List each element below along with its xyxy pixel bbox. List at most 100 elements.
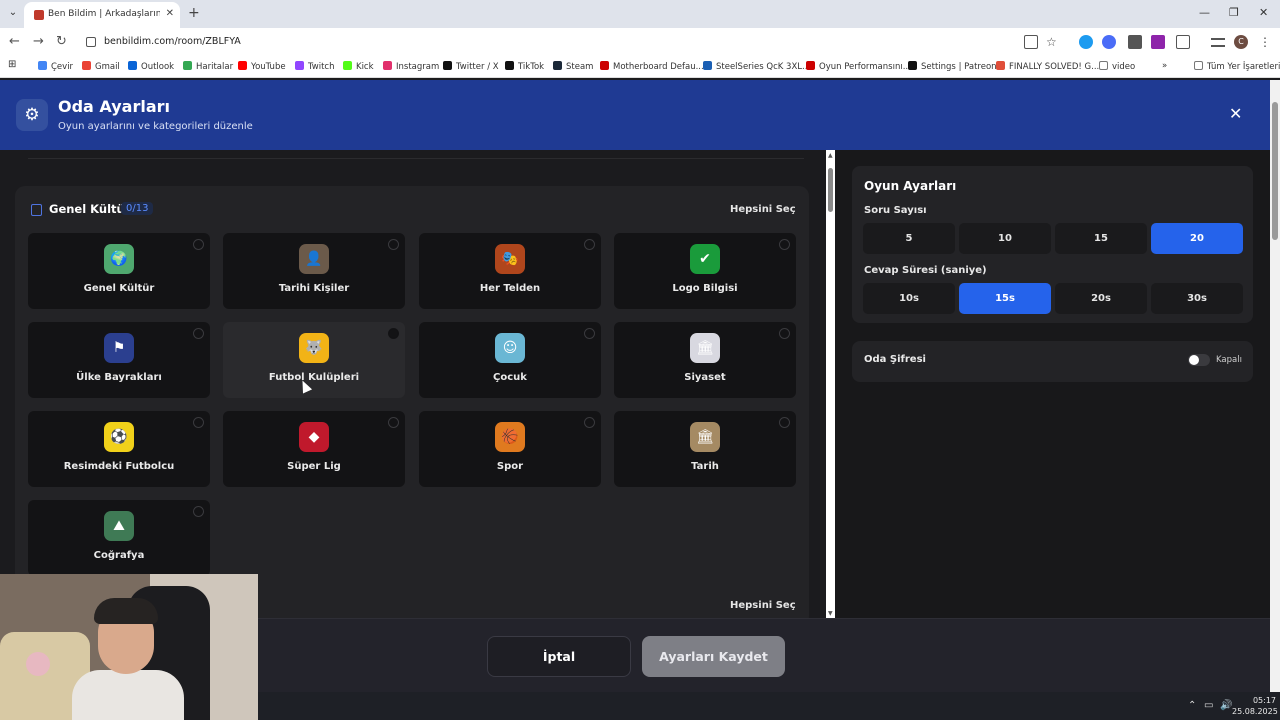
- category-card[interactable]: ⚽ Resimdeki Futbolcu: [28, 411, 210, 487]
- question-count-option[interactable]: 15: [1055, 223, 1147, 254]
- bookmark-item[interactable]: SteelSeries QcK 3XL...: [703, 61, 810, 72]
- category-checkbox[interactable]: [193, 328, 204, 339]
- bookmark-item[interactable]: Gmail: [82, 61, 120, 72]
- forward-icon[interactable]: →: [33, 34, 44, 49]
- question-count-option[interactable]: 5: [863, 223, 955, 254]
- question-count-option-selected[interactable]: 20: [1151, 223, 1243, 254]
- bookmark-item[interactable]: Twitch: [295, 61, 335, 72]
- category-card[interactable]: 🏛 Tarih: [614, 411, 796, 487]
- category-checkbox[interactable]: [388, 239, 399, 250]
- save-settings-button[interactable]: Ayarları Kaydet: [642, 636, 785, 677]
- scrollbar-thumb[interactable]: [828, 168, 833, 212]
- bookmark-star-icon[interactable]: ☆: [1046, 35, 1060, 49]
- window-close-icon[interactable]: ✕: [1259, 6, 1268, 19]
- tab-close-icon[interactable]: ✕: [166, 8, 174, 19]
- category-card[interactable]: 🏛 Siyaset: [614, 322, 796, 398]
- bookmark-item[interactable]: Twitter / X: [443, 61, 499, 72]
- category-checkbox[interactable]: [779, 417, 790, 428]
- address-bar[interactable]: benbildim.com/room/ZBLFYA: [78, 31, 1078, 53]
- bookmark-label: Çevir: [51, 62, 74, 72]
- bookmark-item[interactable]: Motherboard Defau...: [600, 61, 704, 72]
- answer-time-option[interactable]: 10s: [863, 283, 955, 314]
- close-icon[interactable]: ✕: [1229, 104, 1242, 123]
- categories-scrollbar[interactable]: ▲ ▼: [826, 150, 835, 618]
- category-card[interactable]: 🌍 Genel Kültür: [28, 233, 210, 309]
- divider: [28, 158, 804, 159]
- restore-icon[interactable]: ❐: [1229, 6, 1239, 19]
- bookmark-item[interactable]: Oyun Performansını...: [806, 61, 911, 72]
- bookmark-item[interactable]: Settings | Patreon: [908, 61, 997, 72]
- bookmark-item[interactable]: Steam: [553, 61, 593, 72]
- category-checkbox[interactable]: [584, 417, 595, 428]
- category-card[interactable]: 🎭 Her Telden: [419, 233, 601, 309]
- category-checkbox[interactable]: [193, 506, 204, 517]
- bookmark-item[interactable]: Instagram: [383, 61, 439, 72]
- select-all-button[interactable]: Hepsini Seç: [730, 600, 796, 611]
- extension-icon[interactable]: [1102, 35, 1116, 49]
- category-checkbox[interactable]: [193, 239, 204, 250]
- install-app-icon[interactable]: [1024, 35, 1038, 49]
- media-control-icon[interactable]: [1211, 38, 1225, 47]
- room-password-toggle[interactable]: [1188, 354, 1210, 366]
- apps-grid-icon[interactable]: ⊞: [8, 59, 16, 70]
- extensions-puzzle-icon[interactable]: [1176, 35, 1190, 49]
- bookmark-folder[interactable]: video: [1099, 61, 1135, 72]
- bookmark-icon: [295, 61, 304, 70]
- extension-icon[interactable]: [1151, 35, 1165, 49]
- taskbar-clock[interactable]: 05:17 25.08.2025: [1232, 695, 1278, 717]
- answer-time-option[interactable]: 30s: [1151, 283, 1243, 314]
- new-tab-icon[interactable]: +: [188, 5, 200, 21]
- network-icon[interactable]: ▭: [1204, 700, 1213, 711]
- volume-icon[interactable]: 🔊: [1220, 700, 1232, 711]
- more-menu-icon[interactable]: ⋮: [1259, 35, 1273, 49]
- scroll-down-icon[interactable]: ▼: [828, 610, 833, 617]
- category-checkbox[interactable]: [584, 328, 595, 339]
- active-tab[interactable]: Ben Bildim | Arkadaşlarınla Onl ✕: [24, 2, 180, 28]
- category-checkbox[interactable]: [388, 328, 399, 339]
- bookmark-item[interactable]: YouTube: [238, 61, 286, 72]
- category-card[interactable]: ◆ Süper Lig: [223, 411, 405, 487]
- select-all-button[interactable]: Hepsini Seç: [730, 204, 796, 215]
- category-checkbox[interactable]: [388, 417, 399, 428]
- page-scrollbar[interactable]: [1270, 80, 1280, 692]
- bookmark-item[interactable]: Kick: [343, 61, 374, 72]
- question-count-option[interactable]: 10: [959, 223, 1051, 254]
- category-card[interactable]: 🐺 Futbol Kulüpleri: [223, 322, 405, 398]
- category-card[interactable]: ✔ Logo Bilgisi: [614, 233, 796, 309]
- tab-title: Ben Bildim | Arkadaşlarınla Onl: [48, 9, 160, 19]
- scroll-up-icon[interactable]: ▲: [828, 152, 833, 159]
- bookmark-item[interactable]: TikTok: [505, 61, 544, 72]
- category-card[interactable]: 🏀 Spor: [419, 411, 601, 487]
- cancel-button[interactable]: İptal: [487, 636, 631, 677]
- category-checkbox[interactable]: [193, 417, 204, 428]
- answer-time-option-selected[interactable]: 15s: [959, 283, 1051, 314]
- answer-time-option[interactable]: 20s: [1055, 283, 1147, 314]
- bookmark-label: Tüm Yer İşaretleri: [1207, 62, 1280, 72]
- all-bookmarks-folder[interactable]: Tüm Yer İşaretleri: [1194, 61, 1280, 72]
- category-card[interactable]: ☺ Çocuk: [419, 322, 601, 398]
- extension-icon[interactable]: [1079, 35, 1093, 49]
- category-checkbox[interactable]: [779, 239, 790, 250]
- bookmarks-overflow-icon[interactable]: »: [1162, 61, 1167, 71]
- bookmark-label: video: [1112, 62, 1136, 72]
- modal-title: Oda Ayarları: [58, 97, 171, 116]
- site-info-icon[interactable]: [86, 37, 96, 47]
- category-card[interactable]: 👤 Tarihi Kişiler: [223, 233, 405, 309]
- category-checkbox[interactable]: [779, 328, 790, 339]
- minimize-icon[interactable]: —: [1199, 6, 1210, 19]
- profile-avatar[interactable]: C: [1234, 35, 1248, 49]
- extension-icon[interactable]: [1128, 35, 1142, 49]
- bookmark-item[interactable]: FINALLY SOLVED! G...: [996, 61, 1099, 72]
- tab-search-icon[interactable]: ⌄: [4, 4, 22, 22]
- tray-chevron-icon[interactable]: ⌃: [1188, 700, 1196, 711]
- bookmark-item[interactable]: Haritalar: [183, 61, 233, 72]
- category-card[interactable]: ⚑ Ülke Bayrakları: [28, 322, 210, 398]
- scrollbar-thumb[interactable]: [1272, 102, 1278, 240]
- category-checkbox[interactable]: [584, 239, 595, 250]
- bookmark-item[interactable]: Çevir: [38, 61, 73, 72]
- clock-time: 05:17: [1252, 696, 1276, 705]
- bookmark-item[interactable]: Outlook: [128, 61, 174, 72]
- reload-icon[interactable]: ↻: [56, 34, 67, 49]
- back-icon[interactable]: ←: [9, 34, 20, 49]
- category-card[interactable]: ⛰ Coğrafya: [28, 500, 210, 576]
